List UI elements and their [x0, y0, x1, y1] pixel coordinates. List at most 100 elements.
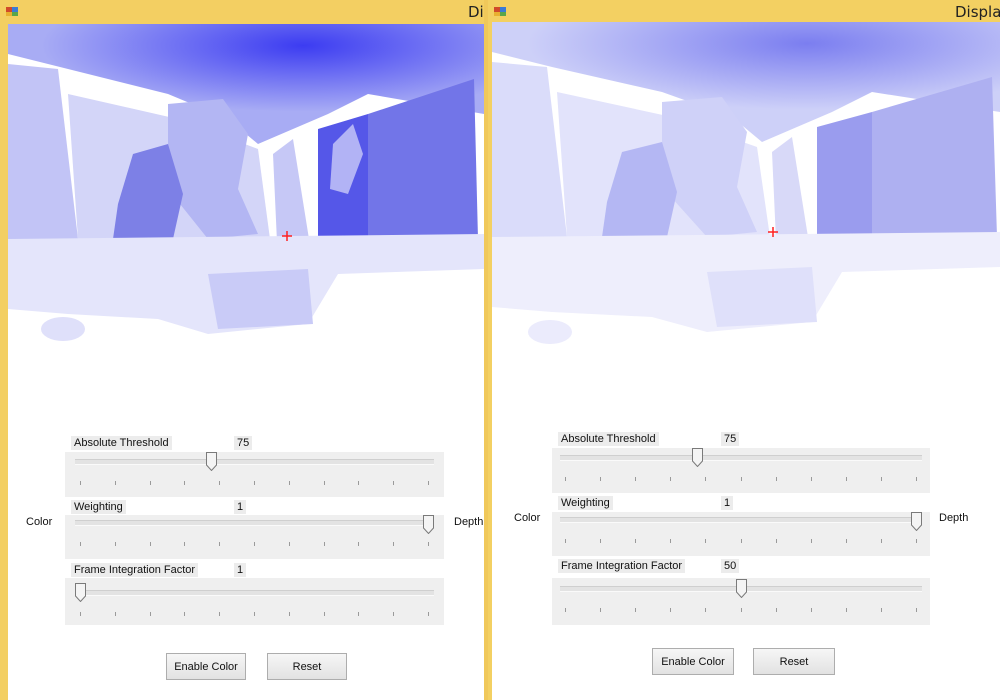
- trackbar-tick: [323, 481, 325, 485]
- trackbar-tick: [705, 608, 707, 612]
- trackbar-tick: [880, 608, 882, 612]
- absolute-threshold-thumb[interactable]: [205, 452, 217, 471]
- trackbar-channel: [560, 455, 922, 461]
- trackbar-tick: [323, 542, 325, 546]
- trackbar-tick: [916, 608, 917, 612]
- trackbar-tick: [288, 542, 290, 546]
- trackbar-tick: [80, 612, 81, 616]
- weighting-trackbar[interactable]: [552, 512, 930, 556]
- absolute-threshold-trackbar[interactable]: [65, 452, 444, 497]
- trackbar-tick: [114, 481, 116, 485]
- trackbar-tick: [565, 477, 566, 481]
- weighting-label: Weighting: [71, 500, 126, 514]
- trackbar-tick: [740, 477, 742, 481]
- trackbar-tick: [880, 477, 882, 481]
- depth-label: Depth: [939, 512, 969, 524]
- trackbar-tick: [600, 608, 602, 612]
- absolute-threshold-thumb[interactable]: [691, 448, 703, 467]
- color-label: Color: [514, 512, 541, 524]
- trackbar-tick: [810, 539, 812, 543]
- trackbar-tick: [880, 539, 882, 543]
- frame-integration-factor-value: 1: [234, 563, 247, 577]
- trackbar-tick: [184, 612, 186, 616]
- trackbar-tick: [670, 477, 672, 481]
- weighting-trackbar[interactable]: [65, 515, 444, 559]
- app-icon: [494, 7, 506, 16]
- frame-integration-factor-trackbar[interactable]: [552, 578, 930, 625]
- trackbar-tick: [600, 539, 602, 543]
- trackbar-tick: [775, 608, 777, 612]
- trackbar-channel: [75, 459, 434, 465]
- trackbar-tick: [254, 542, 255, 546]
- trackbar-tick: [254, 612, 255, 616]
- trackbar-tick: [219, 542, 221, 546]
- trackbar-tick: [219, 612, 221, 616]
- trackbar-tick: [845, 539, 847, 543]
- trackbar-tick: [740, 539, 742, 543]
- trackbar-channel: [560, 517, 922, 523]
- frame-integration-factor-label: Frame Integration Factor: [71, 563, 199, 577]
- weighting-value: 1: [721, 496, 734, 510]
- trackbar-tick: [845, 477, 847, 481]
- weighting-thumb[interactable]: [911, 512, 922, 531]
- reset-button[interactable]: Reset: [267, 653, 347, 680]
- right-title-bar[interactable]: Displa: [488, 0, 1000, 24]
- trackbar-tick: [810, 608, 812, 612]
- trackbar-tick: [254, 481, 255, 485]
- weighting-thumb[interactable]: [423, 515, 434, 534]
- trackbar-tick: [149, 481, 151, 485]
- right-window: Displa Color Depth Absolute Threshold 75…: [488, 0, 1000, 700]
- trackbar-tick: [740, 608, 742, 612]
- trackbar-tick: [288, 612, 290, 616]
- trackbar-tick: [775, 477, 777, 481]
- enable-color-button[interactable]: Enable Color: [166, 653, 246, 680]
- trackbar-tick: [80, 481, 81, 485]
- trackbar-tick: [600, 477, 602, 481]
- trackbar-tick: [810, 477, 812, 481]
- reset-button[interactable]: Reset: [753, 648, 835, 675]
- trackbar-tick: [670, 539, 672, 543]
- trackbar-tick: [916, 477, 917, 481]
- left-title-bar[interactable]: Di: [0, 0, 484, 24]
- trackbar-tick: [565, 539, 566, 543]
- depth-label: Depth: [454, 516, 484, 528]
- frame-integration-factor-thumb[interactable]: [735, 579, 747, 598]
- trackbar-tick: [219, 481, 221, 485]
- trackbar-tick: [114, 612, 116, 616]
- trackbar-tick: [565, 608, 566, 612]
- trackbar-tick: [393, 612, 395, 616]
- absolute-threshold-value: 75: [721, 432, 740, 446]
- trackbar-tick: [428, 612, 429, 616]
- trackbar-tick: [705, 477, 707, 481]
- trackbar-tick: [635, 539, 637, 543]
- enable-color-button[interactable]: Enable Color: [652, 648, 734, 675]
- trackbar-tick: [670, 608, 672, 612]
- trackbar-tick: [149, 542, 151, 546]
- form-client-area: Color Depth Absolute Threshold 75 Weight…: [8, 24, 484, 700]
- depth-image-view: [492, 22, 1000, 402]
- left-window: Di Color Depth Absolute Threshold 75 Wei…: [0, 0, 484, 700]
- trackbar-tick: [705, 539, 707, 543]
- trackbar-tick: [114, 542, 116, 546]
- trackbar-tick: [393, 542, 395, 546]
- trackbar-tick: [358, 481, 360, 485]
- trackbar-tick: [358, 612, 360, 616]
- form-client-area: Color Depth Absolute Threshold 75 Weight…: [492, 22, 1000, 700]
- frame-integration-factor-trackbar[interactable]: [65, 578, 444, 625]
- trackbar-tick: [358, 542, 360, 546]
- frame-integration-factor-value: 50: [721, 559, 740, 573]
- trackbar-tick: [149, 612, 151, 616]
- trackbar-channel: [75, 590, 434, 596]
- frame-integration-factor-thumb[interactable]: [75, 583, 86, 602]
- trackbar-tick: [845, 608, 847, 612]
- trackbar-tick: [775, 539, 777, 543]
- trackbar-tick: [80, 542, 81, 546]
- absolute-threshold-label: Absolute Threshold: [558, 432, 659, 446]
- trackbar-tick: [323, 612, 325, 616]
- trackbar-tick: [428, 542, 429, 546]
- absolute-threshold-trackbar[interactable]: [552, 448, 930, 493]
- trackbar-tick: [635, 608, 637, 612]
- weighting-label: Weighting: [558, 496, 613, 510]
- trackbar-tick: [393, 481, 395, 485]
- weighting-value: 1: [234, 500, 247, 514]
